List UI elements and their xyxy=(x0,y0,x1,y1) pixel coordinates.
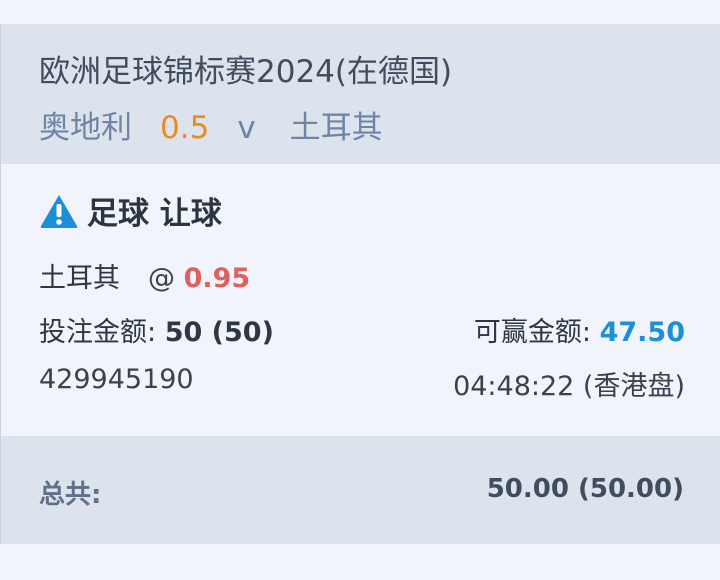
stake-value: 50 (50) xyxy=(164,317,274,348)
total-label: 总共: xyxy=(39,480,102,510)
bet-type-label: 足球 让球 xyxy=(87,196,222,232)
stake-info: 投注金额: 50 (50) xyxy=(39,310,274,349)
match-header: 欧洲足球锦标赛2024(在德国) 奥地利 0.5 v 土耳其 xyxy=(0,24,720,164)
payout-info: 可赢金额: 47.50 xyxy=(474,310,685,349)
bottom-spacer xyxy=(0,544,720,580)
total-bar: 总共: 50.00 (50.00) xyxy=(0,436,720,544)
odds-value: 0.95 xyxy=(183,263,251,294)
ticket-id: 429945190 xyxy=(39,364,194,395)
bet-details-card: 足球 让球 土耳其 @ 0.95 投注金额: 50 (50) 可赢金额: 47.5… xyxy=(0,164,720,436)
stake-label: 投注金额: xyxy=(39,317,157,348)
handicap-value: 0.5 xyxy=(160,110,210,146)
total-value: 50.00 (50.00) xyxy=(486,474,684,504)
versus-label: v xyxy=(237,110,256,146)
competition-title: 欧洲足球锦标赛2024(在德国) xyxy=(39,54,453,90)
bet-type-row: 足球 让球 xyxy=(39,188,222,233)
payout-label: 可赢金额: xyxy=(473,317,591,348)
top-spacer xyxy=(0,0,720,24)
bet-time: 04:48:22 (香港盘) xyxy=(453,371,685,402)
at-symbol: @ xyxy=(148,263,175,294)
selection-row: 土耳其 @ 0.95 xyxy=(39,256,250,295)
teams-row: 奥地利 0.5 v 土耳其 xyxy=(39,102,383,147)
away-team: 土耳其 xyxy=(289,110,383,146)
payout-value: 47.50 xyxy=(599,317,685,348)
home-team: 奥地利 xyxy=(39,110,132,146)
selection-team: 土耳其 xyxy=(39,263,120,294)
warning-triangle-icon xyxy=(40,194,78,228)
